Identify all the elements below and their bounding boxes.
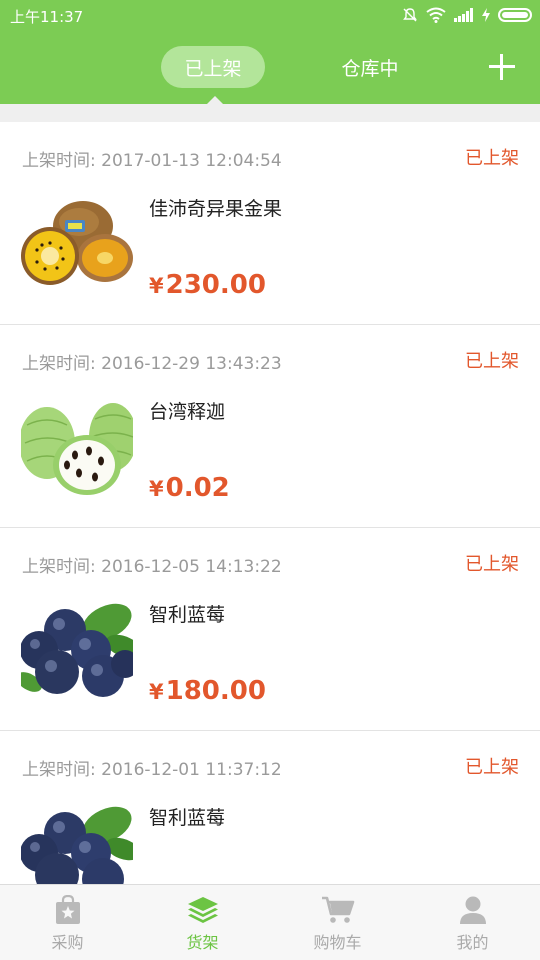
- nav-label: 我的: [456, 933, 489, 952]
- battery-icon: [498, 8, 532, 22]
- status-badge: 已上架: [465, 351, 519, 372]
- shelf-tabs: 已上架 仓库中: [0, 46, 540, 88]
- blueberry-image[interactable]: [21, 598, 133, 704]
- nav-item-cart[interactable]: 购物车: [270, 885, 405, 960]
- listed-time: 上架时间: 2017-01-13 12:04:54: [22, 146, 282, 171]
- product-name[interactable]: 智利蓝莓: [149, 600, 225, 627]
- product-card[interactable]: 上架时间: 2017-01-13 12:04:54 已上架 佳沛奇异果金果 ¥2…: [0, 122, 540, 325]
- currency-symbol: ¥: [149, 274, 164, 298]
- price-value: 0.02: [165, 473, 230, 503]
- nav-label: 采购: [51, 933, 84, 952]
- nav-item-shelf[interactable]: 货架: [135, 885, 270, 960]
- sugar-apple-image[interactable]: [21, 395, 133, 501]
- mute-bell-icon: [403, 8, 417, 22]
- listed-time: 上架时间: 2016-12-29 13:43:23: [22, 349, 282, 374]
- nav-label: 货架: [186, 933, 219, 952]
- signal-icon: [454, 8, 473, 22]
- listed-time: 上架时间: 2016-12-01 11:37:12: [22, 755, 282, 780]
- status-badge: 已上架: [465, 757, 519, 778]
- listed-time-label: 上架时间:: [22, 760, 96, 780]
- product-name[interactable]: 佳沛奇异果金果: [149, 194, 282, 221]
- price-value: 230.00: [165, 270, 266, 300]
- charging-icon: [482, 8, 490, 22]
- wifi-icon: [426, 7, 446, 23]
- tab-warehouse[interactable]: 仓库中: [318, 46, 422, 88]
- status-icons: [402, 5, 532, 25]
- shelf-layers-icon: [187, 897, 218, 923]
- user-icon: [459, 896, 486, 924]
- nav-item-purchase[interactable]: 采购: [0, 885, 135, 960]
- listed-time-value: 2017-01-13 12:04:54: [101, 151, 282, 171]
- product-name[interactable]: 智利蓝莓: [149, 803, 225, 830]
- status-badge: 已上架: [465, 554, 519, 575]
- purchase-bag-icon: [55, 895, 80, 924]
- active-tab-pointer: [206, 96, 224, 105]
- product-card[interactable]: 上架时间: 2016-12-05 14:13:22 已上架 智利蓝莓 ¥180.…: [0, 528, 540, 731]
- status-badge: 已上架: [465, 148, 519, 169]
- tab-on-shelf[interactable]: 已上架: [161, 46, 265, 88]
- listed-time-label: 上架时间:: [22, 151, 96, 171]
- product-price: ¥0.02: [149, 473, 230, 503]
- add-product-icon[interactable]: [488, 53, 516, 81]
- cart-icon: [321, 896, 354, 923]
- status-bar: 上午11:37: [0, 0, 540, 30]
- app-header: 上午11:37 已上架 仓库中: [0, 0, 540, 105]
- product-price: ¥230.00: [149, 270, 266, 300]
- listed-time-value: 2016-12-05 14:13:22: [101, 557, 282, 577]
- product-name[interactable]: 台湾释迦: [149, 397, 225, 424]
- product-card[interactable]: 上架时间: 2016-12-29 13:43:23 已上架 台湾释迦 ¥0.02: [0, 325, 540, 528]
- listed-time-label: 上架时间:: [22, 354, 96, 374]
- kiwi-image[interactable]: [21, 192, 133, 298]
- bottom-nav: 采购 货架 购物车 我的: [0, 884, 540, 960]
- currency-symbol: ¥: [149, 680, 164, 704]
- nav-label: 购物车: [313, 933, 362, 952]
- product-list[interactable]: 上架时间: 2017-01-13 12:04:54 已上架 佳沛奇异果金果 ¥2…: [0, 122, 540, 885]
- blueberry-image[interactable]: [21, 801, 133, 885]
- status-time: 上午11:37: [10, 8, 84, 26]
- price-value: 180.00: [165, 676, 266, 706]
- listed-time-value: 2016-12-29 13:43:23: [101, 354, 282, 374]
- currency-symbol: ¥: [149, 477, 164, 501]
- product-price: ¥180.00: [149, 676, 266, 706]
- product-card[interactable]: 上架时间: 2016-12-01 11:37:12 已上架 智利蓝莓: [0, 731, 540, 885]
- listed-time-value: 2016-12-01 11:37:12: [101, 760, 282, 780]
- nav-item-mine[interactable]: 我的: [405, 885, 540, 960]
- listed-time-label: 上架时间:: [22, 557, 96, 577]
- listed-time: 上架时间: 2016-12-05 14:13:22: [22, 552, 282, 577]
